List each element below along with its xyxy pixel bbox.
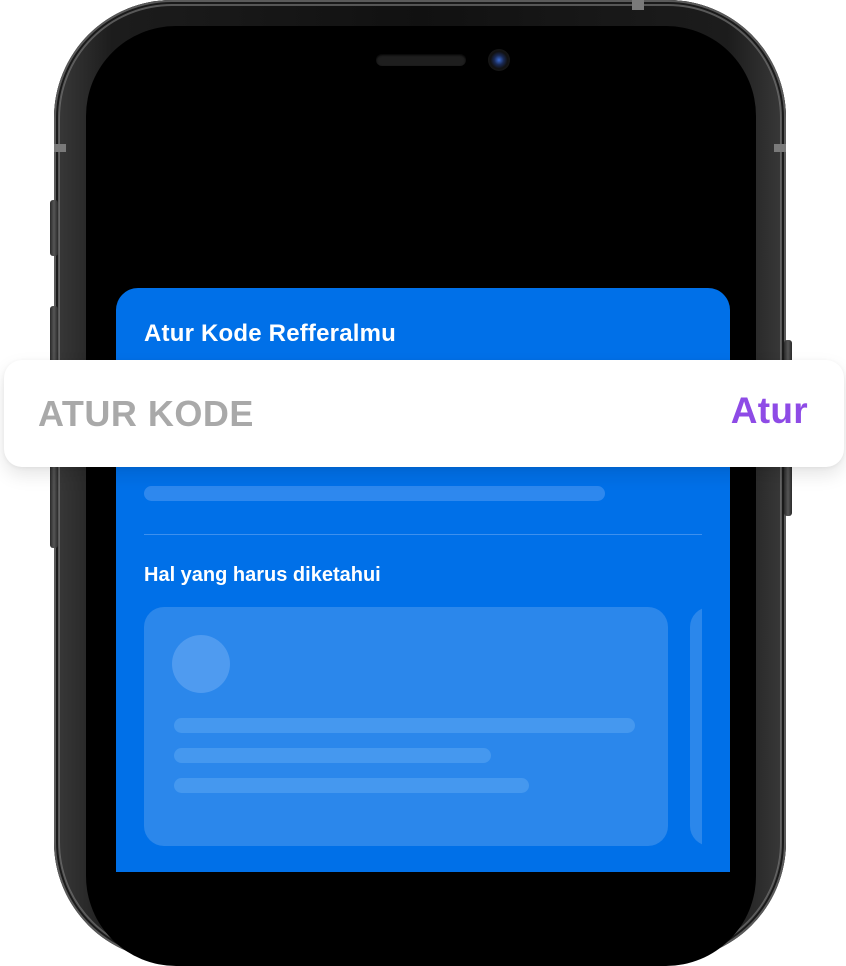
referral-code-input[interactable]: ATUR KODE — [38, 394, 254, 434]
referral-code-input-bar[interactable]: ATUR KODE Atur — [4, 360, 844, 467]
antenna-line — [54, 144, 66, 152]
skeleton-placeholder — [174, 748, 491, 763]
skeleton-placeholder — [174, 778, 529, 793]
antenna-line — [632, 0, 644, 10]
skeleton-placeholder — [144, 486, 605, 501]
info-card-avatar — [172, 635, 230, 693]
earpiece-speaker — [376, 54, 466, 66]
divider — [144, 534, 702, 535]
set-code-button[interactable]: Atur — [731, 390, 808, 432]
card-title: Atur Kode Refferalmu — [144, 320, 397, 347]
skeleton-placeholder — [174, 718, 635, 733]
info-card[interactable] — [144, 607, 668, 846]
mute-switch — [50, 200, 58, 256]
section-title: Hal yang harus diketahui — [144, 564, 381, 586]
front-camera-icon — [488, 49, 510, 71]
card-edge-mask — [702, 588, 730, 872]
antenna-line — [774, 144, 786, 152]
